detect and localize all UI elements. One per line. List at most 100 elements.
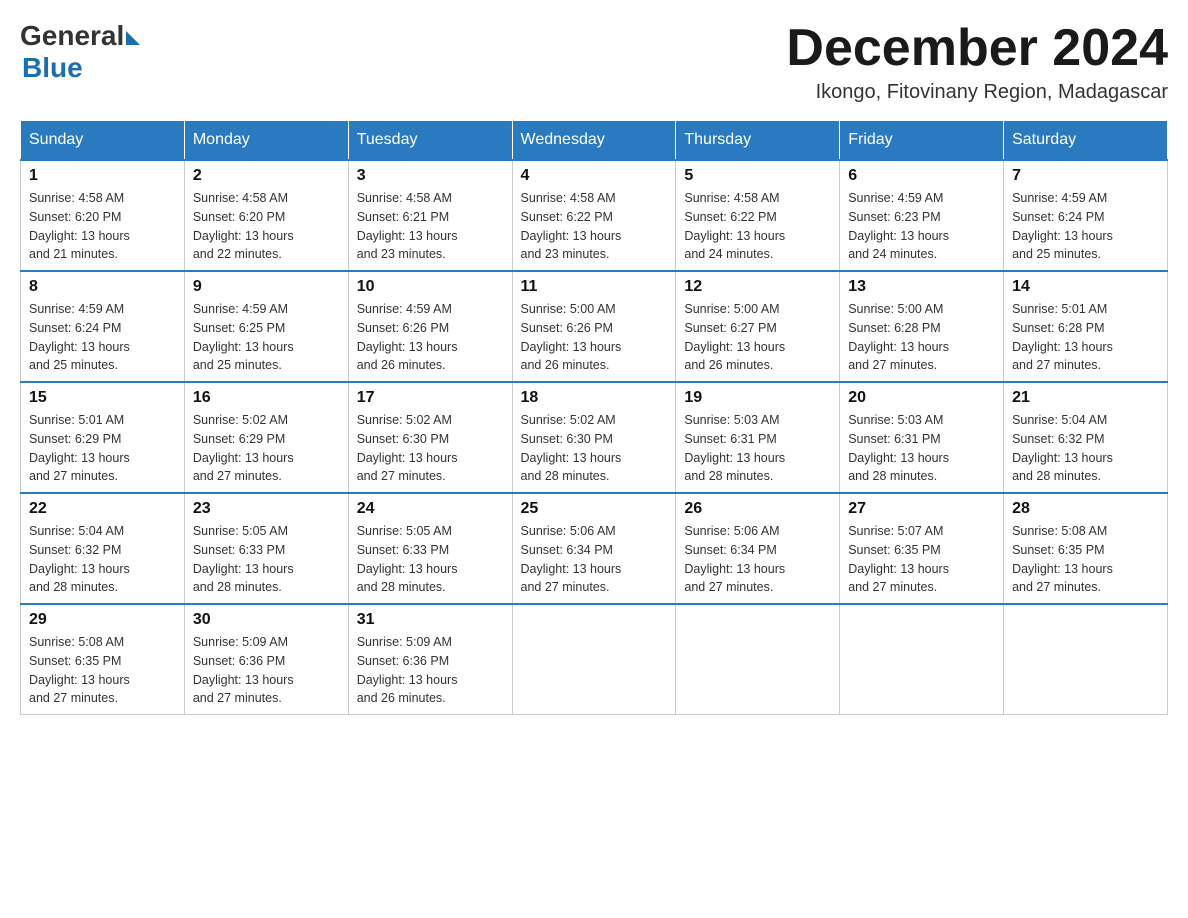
calendar-cell: 19Sunrise: 5:03 AMSunset: 6:31 PMDayligh… — [676, 382, 840, 493]
calendar-cell — [840, 604, 1004, 715]
weekday-header-thursday: Thursday — [676, 121, 840, 161]
calendar-cell: 1 Sunrise: 4:58 AMSunset: 6:20 PMDaylight… — [21, 160, 185, 271]
calendar-cell: 3 Sunrise: 4:58 AMSunset: 6:21 PMDaylight… — [348, 160, 512, 271]
page-subtitle: Ikongo, Fitovinany Region, Madagascar — [786, 81, 1168, 104]
calendar-cell: 18 Sunrise: 5:02 AMSunset: 6:30 PMDayligh… — [512, 382, 676, 493]
calendar-cell: 6 Sunrise: 4:59 AMSunset: 6:23 PMDaylight… — [840, 160, 1004, 271]
day-number: 3 — [357, 167, 504, 185]
day-info: Sunrise: 5:09 AMSunset: 6:36 PMDaylight:… — [357, 633, 504, 708]
day-info: Sunrise: 4:58 AMSunset: 6:20 PMDaylight:… — [29, 189, 176, 264]
calendar-cell: 28Sunrise: 5:08 AMSunset: 6:35 PMDayligh… — [1004, 493, 1168, 604]
weekday-header-row: SundayMondayTuesdayWednesdayThursdayFrid… — [21, 121, 1168, 161]
day-number: 25 — [521, 500, 668, 518]
day-info: Sunrise: 5:05 AMSunset: 6:33 PMDaylight:… — [357, 522, 504, 597]
day-number: 9 — [193, 278, 340, 296]
day-info: Sunrise: 5:00 AMSunset: 6:26 PMDaylight:… — [521, 300, 668, 375]
day-number: 17 — [357, 389, 504, 407]
day-number: 15 — [29, 389, 176, 407]
calendar-cell: 2 Sunrise: 4:58 AMSunset: 6:20 PMDaylight… — [184, 160, 348, 271]
day-number: 31 — [357, 611, 504, 629]
day-number: 30 — [193, 611, 340, 629]
calendar-cell: 20Sunrise: 5:03 AMSunset: 6:31 PMDayligh… — [840, 382, 1004, 493]
day-info: Sunrise: 4:58 AMSunset: 6:20 PMDaylight:… — [193, 189, 340, 264]
day-number: 18 — [521, 389, 668, 407]
day-number: 10 — [357, 278, 504, 296]
calendar-week-5: 29 Sunrise: 5:08 AMSunset: 6:35 PMDayligh… — [21, 604, 1168, 715]
weekday-header-wednesday: Wednesday — [512, 121, 676, 161]
day-number: 1 — [29, 167, 176, 185]
day-number: 26 — [684, 500, 831, 518]
day-info: Sunrise: 4:59 AMSunset: 6:23 PMDaylight:… — [848, 189, 995, 264]
day-info: Sunrise: 5:00 AMSunset: 6:28 PMDaylight:… — [848, 300, 995, 375]
day-info: Sunrise: 4:58 AMSunset: 6:22 PMDaylight:… — [521, 189, 668, 264]
calendar-cell — [1004, 604, 1168, 715]
logo: General Blue — [20, 20, 140, 84]
calendar-cell: 26 Sunrise: 5:06 AMSunset: 6:34 PMDayligh… — [676, 493, 840, 604]
day-number: 7 — [1012, 167, 1159, 185]
calendar-cell: 17 Sunrise: 5:02 AMSunset: 6:30 PMDayligh… — [348, 382, 512, 493]
title-area: December 2024 Ikongo, Fitovinany Region,… — [786, 20, 1168, 104]
day-info: Sunrise: 5:00 AMSunset: 6:27 PMDaylight:… — [684, 300, 831, 375]
weekday-header-monday: Monday — [184, 121, 348, 161]
day-info: Sunrise: 5:01 AMSunset: 6:28 PMDaylight:… — [1012, 300, 1159, 375]
day-number: 5 — [684, 167, 831, 185]
day-number: 8 — [29, 278, 176, 296]
calendar-cell: 16 Sunrise: 5:02 AMSunset: 6:29 PMDayligh… — [184, 382, 348, 493]
weekday-header-friday: Friday — [840, 121, 1004, 161]
calendar-cell: 4 Sunrise: 4:58 AMSunset: 6:22 PMDaylight… — [512, 160, 676, 271]
day-info: Sunrise: 5:04 AMSunset: 6:32 PMDaylight:… — [1012, 411, 1159, 486]
calendar-cell: 21 Sunrise: 5:04 AMSunset: 6:32 PMDayligh… — [1004, 382, 1168, 493]
day-info: Sunrise: 4:58 AMSunset: 6:21 PMDaylight:… — [357, 189, 504, 264]
day-info: Sunrise: 4:59 AMSunset: 6:25 PMDaylight:… — [193, 300, 340, 375]
day-number: 19 — [684, 389, 831, 407]
calendar-cell: 29 Sunrise: 5:08 AMSunset: 6:35 PMDayligh… — [21, 604, 185, 715]
calendar-table: SundayMondayTuesdayWednesdayThursdayFrid… — [20, 120, 1168, 715]
day-number: 23 — [193, 500, 340, 518]
day-number: 13 — [848, 278, 995, 296]
day-info: Sunrise: 4:58 AMSunset: 6:22 PMDaylight:… — [684, 189, 831, 264]
logo-triangle-icon — [126, 31, 140, 45]
calendar-cell: 23 Sunrise: 5:05 AMSunset: 6:33 PMDayligh… — [184, 493, 348, 604]
logo-general: General — [20, 20, 124, 52]
calendar-week-1: 1 Sunrise: 4:58 AMSunset: 6:20 PMDaylight… — [21, 160, 1168, 271]
calendar-week-2: 8Sunrise: 4:59 AMSunset: 6:24 PMDaylight… — [21, 271, 1168, 382]
day-info: Sunrise: 5:06 AMSunset: 6:34 PMDaylight:… — [521, 522, 668, 597]
day-number: 6 — [848, 167, 995, 185]
page-header: General Blue December 2024 Ikongo, Fitov… — [20, 20, 1168, 104]
calendar-week-4: 22 Sunrise: 5:04 AMSunset: 6:32 PMDayligh… — [21, 493, 1168, 604]
day-info: Sunrise: 5:05 AMSunset: 6:33 PMDaylight:… — [193, 522, 340, 597]
logo-blue: Blue — [22, 52, 83, 83]
day-info: Sunrise: 4:59 AMSunset: 6:24 PMDaylight:… — [1012, 189, 1159, 264]
calendar-cell: 9 Sunrise: 4:59 AMSunset: 6:25 PMDaylight… — [184, 271, 348, 382]
day-info: Sunrise: 5:02 AMSunset: 6:30 PMDaylight:… — [521, 411, 668, 486]
day-number: 27 — [848, 500, 995, 518]
calendar-week-3: 15 Sunrise: 5:01 AMSunset: 6:29 PMDayligh… — [21, 382, 1168, 493]
day-number: 24 — [357, 500, 504, 518]
calendar-cell: 7 Sunrise: 4:59 AMSunset: 6:24 PMDaylight… — [1004, 160, 1168, 271]
page-title: December 2024 — [786, 20, 1168, 77]
day-number: 20 — [848, 389, 995, 407]
day-info: Sunrise: 5:08 AMSunset: 6:35 PMDaylight:… — [29, 633, 176, 708]
calendar-cell: 15 Sunrise: 5:01 AMSunset: 6:29 PMDayligh… — [21, 382, 185, 493]
day-info: Sunrise: 5:04 AMSunset: 6:32 PMDaylight:… — [29, 522, 176, 597]
day-number: 21 — [1012, 389, 1159, 407]
day-number: 4 — [521, 167, 668, 185]
calendar-cell: 12Sunrise: 5:00 AMSunset: 6:27 PMDayligh… — [676, 271, 840, 382]
day-info: Sunrise: 4:59 AMSunset: 6:26 PMDaylight:… — [357, 300, 504, 375]
calendar-cell: 10 Sunrise: 4:59 AMSunset: 6:26 PMDayligh… — [348, 271, 512, 382]
calendar-cell: 24 Sunrise: 5:05 AMSunset: 6:33 PMDayligh… — [348, 493, 512, 604]
day-info: Sunrise: 5:02 AMSunset: 6:30 PMDaylight:… — [357, 411, 504, 486]
day-info: Sunrise: 5:02 AMSunset: 6:29 PMDaylight:… — [193, 411, 340, 486]
day-info: Sunrise: 5:01 AMSunset: 6:29 PMDaylight:… — [29, 411, 176, 486]
calendar-cell — [676, 604, 840, 715]
day-number: 28 — [1012, 500, 1159, 518]
calendar-cell: 8Sunrise: 4:59 AMSunset: 6:24 PMDaylight… — [21, 271, 185, 382]
day-info: Sunrise: 5:06 AMSunset: 6:34 PMDaylight:… — [684, 522, 831, 597]
weekday-header-sunday: Sunday — [21, 121, 185, 161]
calendar-cell — [512, 604, 676, 715]
day-number: 16 — [193, 389, 340, 407]
day-number: 29 — [29, 611, 176, 629]
calendar-cell: 25 Sunrise: 5:06 AMSunset: 6:34 PMDayligh… — [512, 493, 676, 604]
day-number: 2 — [193, 167, 340, 185]
day-number: 22 — [29, 500, 176, 518]
